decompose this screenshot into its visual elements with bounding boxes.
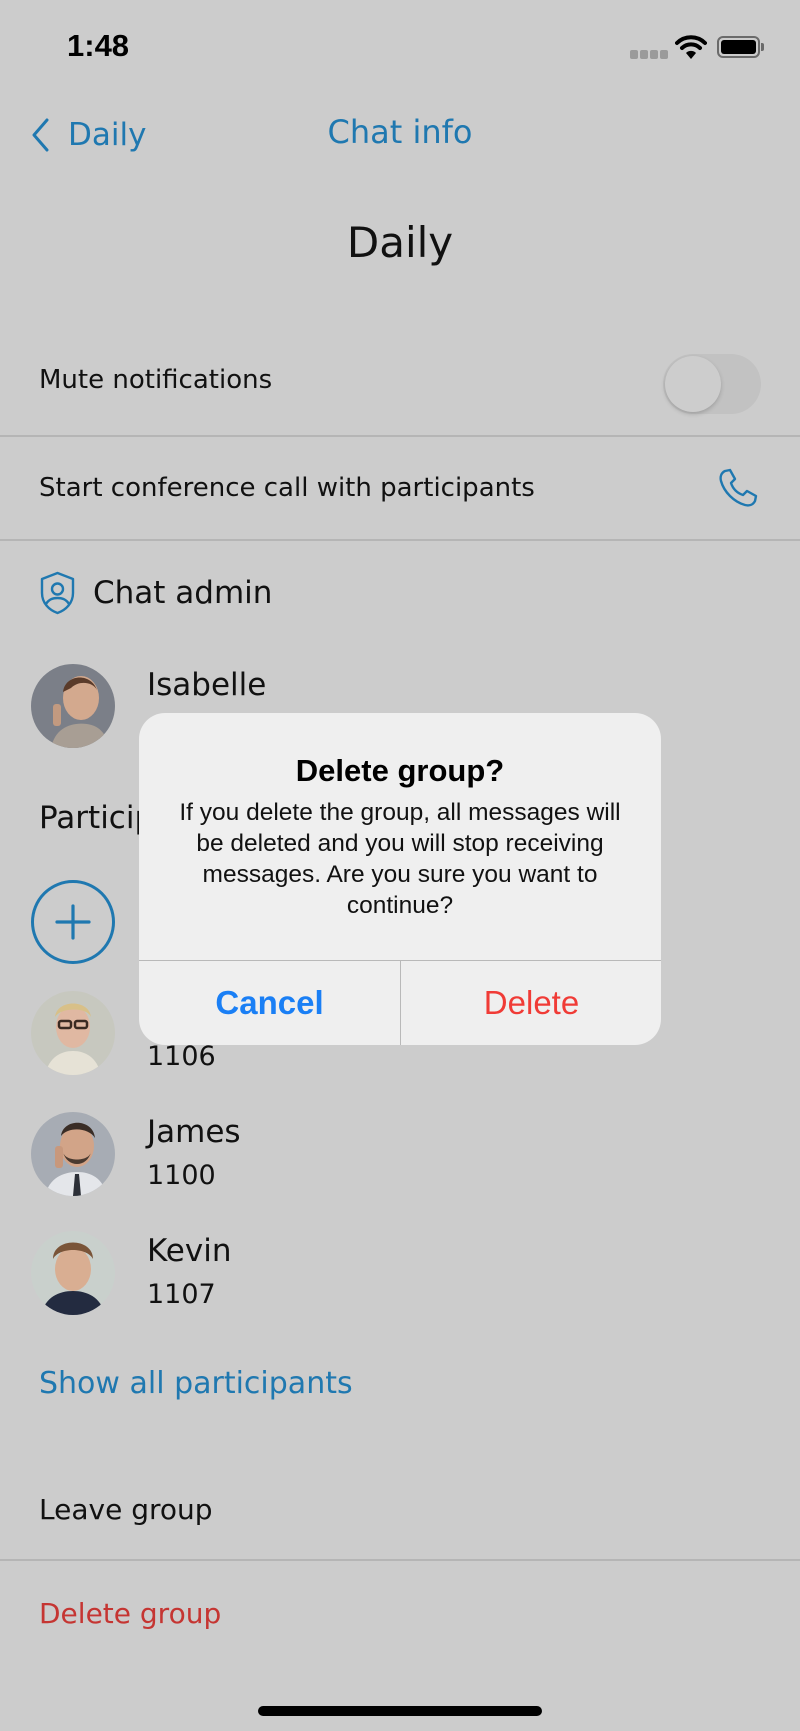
avatar-photo [31,664,115,748]
cancel-button[interactable]: Cancel [139,961,400,1045]
phone-icon[interactable] [716,466,760,510]
wifi-icon [675,35,707,59]
toggle-knob [665,356,721,412]
battery-tip [761,43,764,51]
mute-notifications-toggle[interactable] [663,354,761,414]
avatar-james[interactable] [31,1112,115,1196]
nav-title: Chat info [327,113,473,151]
delete-group-button[interactable]: Delete group [39,1597,221,1630]
leave-group-button[interactable]: Leave group [39,1493,213,1526]
divider [0,1559,800,1561]
avatar-photo [31,1112,115,1196]
conference-call-label[interactable]: Start conference call with participants [39,473,535,503]
dialog-title: Delete group? [295,753,505,788]
avatar-photo [31,991,115,1075]
show-all-participants-link[interactable]: Show all participants [39,1366,353,1401]
plus-icon [55,904,91,940]
participant-name: Kevin [147,1233,232,1269]
confirm-delete-button[interactable]: Delete [401,961,661,1045]
participant-name: James [147,1114,241,1150]
home-indicator[interactable] [258,1706,542,1716]
admin-name: Isabelle [147,667,267,703]
chat-admin-heading: Chat admin [93,575,273,611]
avatar-photo [31,1231,115,1315]
add-participant-button[interactable] [31,880,115,964]
avatar-isabelle[interactable] [31,664,115,748]
divider [0,539,800,541]
avatar-participant-1106[interactable] [31,991,115,1075]
battery-icon [717,36,760,58]
admin-shield-icon [40,571,75,615]
chat-name: Daily [346,218,454,267]
divider [0,435,800,437]
mute-notifications-label: Mute notifications [39,365,273,395]
avatar-kevin[interactable] [31,1231,115,1315]
participant-ext: 1107 [147,1279,216,1310]
participant-ext: 1106 [147,1041,216,1072]
status-time: 1:48 [67,28,130,63]
delete-group-dialog: Delete group? If you delete the group, a… [139,713,661,1045]
participant-ext: 1100 [147,1160,216,1191]
dialog-message: If you delete the group, all messages wi… [179,799,621,919]
